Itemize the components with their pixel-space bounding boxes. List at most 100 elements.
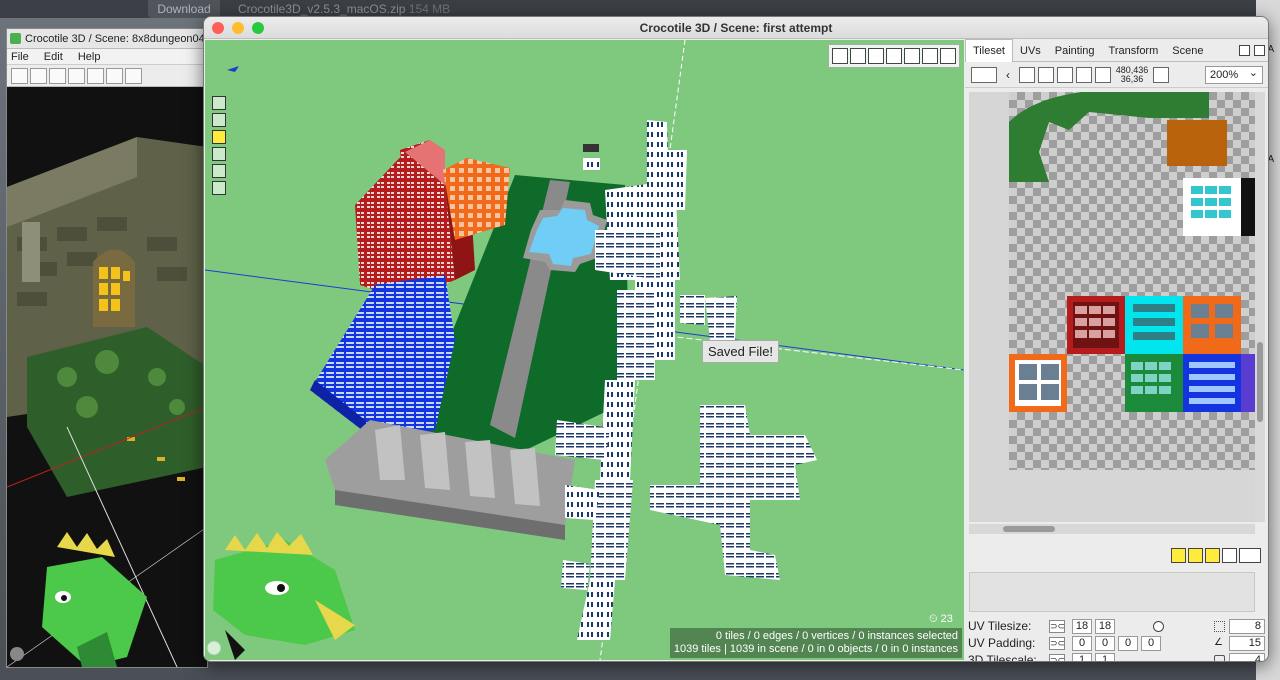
undo-icon[interactable] <box>922 48 938 64</box>
scene-render <box>205 40 964 660</box>
move-icon[interactable] <box>1057 66 1073 83</box>
left-window-toolbar <box>7 65 207 87</box>
tileset-vertical-scrollbar[interactable] <box>1255 92 1265 522</box>
layers-icon[interactable] <box>1076 66 1092 83</box>
tab-transform[interactable]: Transform <box>1102 40 1166 62</box>
rotate-right-icon[interactable] <box>1205 548 1220 563</box>
paint-icon[interactable] <box>886 48 902 64</box>
frame-icon[interactable] <box>1038 66 1054 83</box>
panel-popout-icon[interactable] <box>1254 45 1265 56</box>
panel-window-controls <box>1239 45 1265 56</box>
tileset-image <box>969 92 1255 522</box>
uv-padding-3[interactable]: 0 <box>1118 636 1138 651</box>
tool-icon[interactable] <box>106 68 123 84</box>
tileset-transform-tools <box>1171 548 1261 563</box>
tool-icon[interactable] <box>68 68 85 84</box>
left-window-title: Crocotile 3D / Scene: 8x8dungeon04 <box>25 33 205 45</box>
traffic-lights <box>212 22 264 34</box>
uv-padding-2[interactable]: 0 <box>1095 636 1115 651</box>
chevron-left-icon[interactable]: ‹ <box>1000 67 1016 83</box>
tab-uvs[interactable]: UVs <box>1013 40 1048 62</box>
tilescale-row: 3D Tilescale: ⊃⊂ 1 1 4 <box>967 652 1267 661</box>
scroll-thumb[interactable] <box>1257 342 1263 422</box>
main-crocotile-window[interactable]: Crocotile 3D / Scene: first attempt Save… <box>203 16 1269 662</box>
zoom-window-button[interactable] <box>252 22 264 34</box>
grid-dots-icon <box>1214 621 1225 632</box>
tilescale-y[interactable]: 1 <box>1095 653 1115 661</box>
refresh-icon[interactable] <box>1153 66 1169 83</box>
scroll-thumb[interactable] <box>1003 526 1055 532</box>
tileset-horizontal-scrollbar[interactable] <box>969 524 1255 534</box>
tab-painting[interactable]: Painting <box>1048 40 1102 62</box>
tileset-canvas[interactable] <box>969 92 1255 522</box>
panel-tabs: Tileset UVs Painting Transform Scene <box>965 39 1268 62</box>
tilescale-x[interactable]: 1 <box>1072 653 1092 661</box>
dungeon-scene-render <box>7 87 207 667</box>
uv-tilesize-x[interactable]: 18 <box>1072 619 1092 634</box>
rotate-left-icon[interactable] <box>1171 548 1186 563</box>
crocotile-app-icon <box>10 33 21 44</box>
background-crocotile-window[interactable]: Crocotile 3D / Scene: 8x8dungeon04 File … <box>6 28 208 668</box>
vertex-mode-icon[interactable] <box>212 96 226 110</box>
menu-help[interactable]: Help <box>78 51 101 63</box>
3d-viewport[interactable]: Saved File! ⏲ 23 0 tiles / 0 edges / 0 v… <box>205 40 964 660</box>
tool-icon[interactable] <box>125 68 142 84</box>
crop-icon[interactable] <box>1095 66 1111 83</box>
circle-toggle-icon[interactable] <box>1153 621 1164 632</box>
selection-status: 0 tiles / 0 edges / 0 vertices / 0 insta… <box>715 630 958 642</box>
draw-mode-icon[interactable] <box>212 181 226 195</box>
scene-tile-status: 1039 tiles | 1039 in scene / 0 in 0 obje… <box>673 643 958 655</box>
tool-icon[interactable] <box>49 68 66 84</box>
uv-settings: UV Tilesize: ⊃⊂ 18 18 8 UV Padding: ⊃⊂ 0… <box>967 618 1267 661</box>
rectangle-mode-icon[interactable] <box>212 164 226 178</box>
panel-minimize-icon[interactable] <box>1239 45 1250 56</box>
grid-dropdown-icon[interactable] <box>1239 548 1261 563</box>
link-icon[interactable]: ⊃⊂ <box>1049 620 1065 633</box>
reset-icon[interactable] <box>1222 548 1237 563</box>
tile-coordinates: 480,436 36,36 <box>1115 64 1149 84</box>
right-value-1[interactable]: 8 <box>1229 619 1265 634</box>
image-dropdown-icon[interactable] <box>971 66 997 83</box>
uv-padding-4[interactable]: 0 <box>1141 636 1161 651</box>
uv-tilesize-row: UV Tilesize: ⊃⊂ 18 18 8 <box>967 618 1267 635</box>
uv-padding-row: UV Padding: ⊃⊂ 0 0 0 0 ∠ 15 <box>967 635 1267 652</box>
zoom-select[interactable]: 200% <box>1205 65 1263 84</box>
tool-icon[interactable] <box>11 68 28 84</box>
cube-outline-icon[interactable] <box>850 48 866 64</box>
tool-icon[interactable] <box>30 68 47 84</box>
erase-mode-icon[interactable] <box>212 147 226 161</box>
dungeon-scene-viewport[interactable] <box>7 87 207 667</box>
close-window-button[interactable] <box>212 22 224 34</box>
viewport-mode-tools <box>212 96 226 195</box>
redo-icon[interactable] <box>940 48 956 64</box>
saved-file-toast: Saved File! <box>702 340 780 363</box>
minimize-window-button[interactable] <box>232 22 244 34</box>
tab-tileset[interactable]: Tileset <box>965 39 1013 62</box>
flip-icon[interactable] <box>1188 548 1203 563</box>
grid-icon[interactable] <box>1019 66 1035 83</box>
edge-mode-icon[interactable] <box>212 113 226 127</box>
tab-scene[interactable]: Scene <box>1165 40 1210 62</box>
uv-tilesize-y[interactable]: 18 <box>1095 619 1115 634</box>
left-window-titlebar[interactable]: Crocotile 3D / Scene: 8x8dungeon04 <box>7 29 207 49</box>
side-panel: Tileset UVs Painting Transform Scene ‹ 4… <box>965 39 1268 661</box>
link-icon[interactable]: ⊃⊂ <box>1049 654 1065 661</box>
main-window-titlebar[interactable]: Crocotile 3D / Scene: first attempt <box>204 17 1268 39</box>
tileset-toolbar: ‹ 480,436 36,36 200% <box>965 62 1268 88</box>
stop-icon[interactable] <box>904 48 920 64</box>
tile-mode-icon[interactable] <box>212 130 226 144</box>
menu-file[interactable]: File <box>11 51 29 63</box>
uv-padding-1[interactable]: 0 <box>1072 636 1092 651</box>
tool-icon[interactable] <box>87 68 104 84</box>
camera-icon[interactable] <box>868 48 884 64</box>
cube-view-icon[interactable] <box>832 48 848 64</box>
main-window-title: Crocotile 3D / Scene: first attempt <box>639 21 833 35</box>
tile-info-area <box>969 572 1255 612</box>
viewport-top-toolbar <box>828 44 960 68</box>
angle-icon: ∠ <box>1214 637 1223 648</box>
tile-count-badge: ⏲ 23 <box>929 613 953 625</box>
link-icon[interactable]: ⊃⊂ <box>1049 637 1065 650</box>
menu-edit[interactable]: Edit <box>44 51 63 63</box>
right-value-2[interactable]: 15 <box>1229 636 1265 651</box>
right-value-3[interactable]: 4 <box>1229 653 1265 661</box>
